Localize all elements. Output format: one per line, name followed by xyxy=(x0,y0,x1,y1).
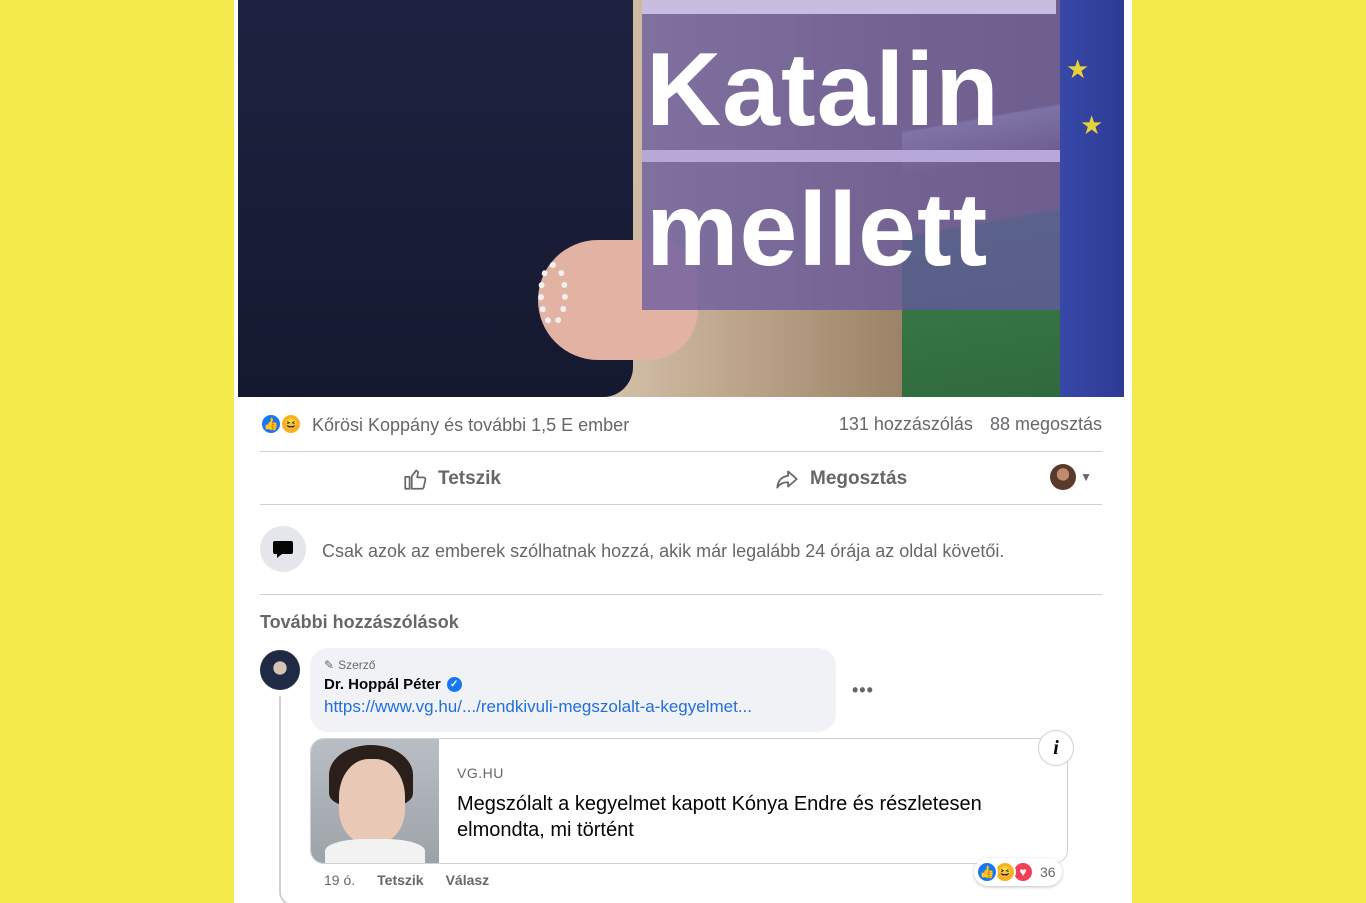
comment-time[interactable]: 19 ó. xyxy=(324,872,355,888)
more-options-icon[interactable]: ••• xyxy=(852,680,874,701)
post-image[interactable]: ★ ★ Katalin mellett xyxy=(238,0,1124,397)
haha-icon[interactable]: 😆 xyxy=(280,413,302,435)
more-comments-link[interactable]: További hozzászólások xyxy=(260,612,459,633)
star-icon: ★ xyxy=(1066,54,1090,84)
share-label: Megosztás xyxy=(810,468,908,489)
bracelet xyxy=(538,262,568,326)
share-count[interactable]: 88 megosztás xyxy=(990,414,1102,434)
comment-like-button[interactable]: Tetszik xyxy=(377,872,423,888)
star-icon: ★ xyxy=(1080,110,1104,140)
comment-bubble-icon xyxy=(260,526,306,572)
share-button[interactable]: Megosztás xyxy=(774,464,907,494)
like-icon[interactable]: 👍 xyxy=(260,413,282,435)
thumbs-up-icon xyxy=(404,469,427,490)
avatar xyxy=(1050,464,1077,490)
like-label: Tetszik xyxy=(438,468,502,489)
action-bar: Tetszik Megosztás ▼ xyxy=(260,452,1102,504)
notice-text: Csak azok az emberek szólhatnak hozzá, a… xyxy=(322,541,1005,561)
comment-count[interactable]: 131 hozzászólás xyxy=(839,414,973,434)
reactors-text[interactable]: Kőrösi Koppány és további 1,5 E ember xyxy=(312,415,629,436)
comment-author[interactable]: Dr. Hoppál Péter ✓ xyxy=(324,676,822,693)
comment-reply-button[interactable]: Válasz xyxy=(446,872,490,888)
comment-meta: 19 ó. Tetszik Válasz xyxy=(324,872,489,888)
reaction-summary: 👍 😆 Kőrösi Koppány és további 1,5 E embe… xyxy=(260,412,1102,438)
engagement-counts: 131 hozzászólás 88 megosztás xyxy=(827,414,1102,435)
verified-badge-icon: ✓ xyxy=(446,677,462,692)
comment-restriction-notice: Csak azok az emberek szólhatnak hozzá, a… xyxy=(260,526,1102,576)
comment-link[interactable]: https://www.vg.hu/.../rendkivuli-megszol… xyxy=(324,697,822,717)
comment-reaction-count: 36 xyxy=(1040,864,1056,880)
preview-thumbnail xyxy=(311,739,439,863)
comment-reactions[interactable]: 👍 😆 ♥ 36 xyxy=(974,858,1062,886)
divider xyxy=(260,594,1102,595)
link-preview-card[interactable]: VG.HU Megszólalt a kegyelmet kapott Kóny… xyxy=(310,738,1068,864)
thread-line xyxy=(279,696,309,903)
preview-source: VG.HU xyxy=(457,765,504,781)
divider xyxy=(260,504,1102,505)
preview-headline: Megszólalt a kegyelmet kapott Kónya Endr… xyxy=(457,793,982,841)
like-button[interactable]: Tetszik xyxy=(402,464,501,494)
pencil-icon: ✎ xyxy=(324,658,335,672)
author-badge: ✎ Szerző xyxy=(324,658,376,672)
commenter-avatar[interactable] xyxy=(260,650,300,690)
profile-selector[interactable]: ▼ xyxy=(1050,464,1092,490)
like-icon: 👍 xyxy=(976,861,998,883)
chevron-down-icon: ▼ xyxy=(1080,470,1092,484)
image-text-line-2: mellett xyxy=(646,172,989,288)
eu-flag: ★ ★ xyxy=(1060,0,1124,397)
comment-bubble: ✎ Szerző Dr. Hoppál Péter ✓ https://www.… xyxy=(310,648,836,732)
facebook-post: ★ ★ Katalin mellett 👍 😆 Kőrösi Koppány é… xyxy=(234,0,1132,903)
image-text-line-1: Katalin xyxy=(646,32,1000,148)
info-icon[interactable]: i xyxy=(1038,730,1074,766)
share-icon xyxy=(776,470,798,489)
